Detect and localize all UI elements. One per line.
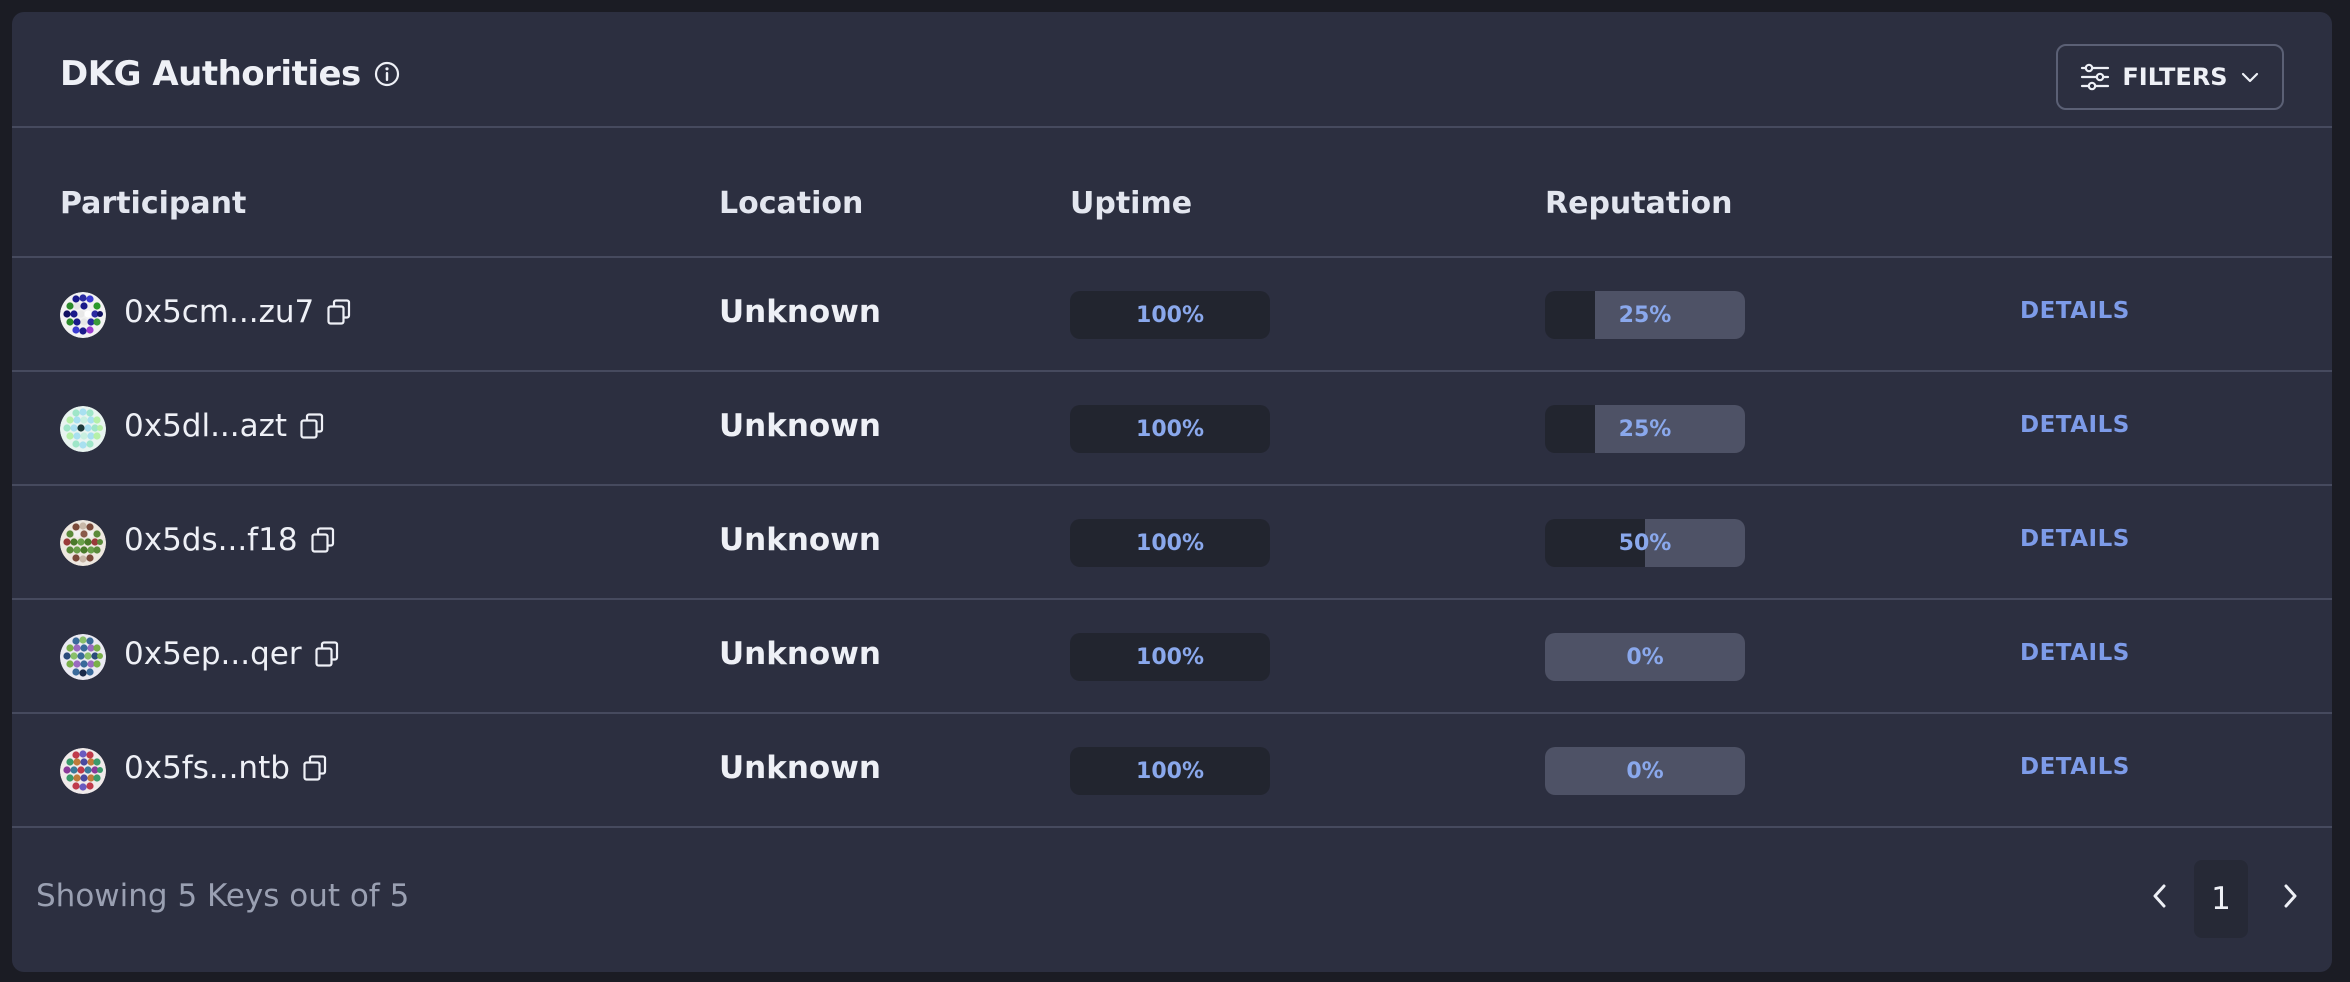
address-text: 0x5ds...f18: [124, 522, 298, 558]
avatar: [60, 748, 106, 794]
copy-icon[interactable]: [299, 412, 325, 440]
reputation-label: 0%: [1626, 758, 1664, 784]
avatar: [60, 520, 106, 566]
reputation-label: 50%: [1618, 530, 1672, 556]
table-row: 0x5cm...zu7 Unknown 100% 25% DETAILS: [12, 258, 2332, 372]
avatar: [60, 292, 106, 338]
copy-icon[interactable]: [302, 754, 328, 782]
uptime-bar: 100%: [1070, 291, 1270, 339]
table-header: Participant Location Uptime Reputation: [12, 128, 2332, 258]
title-group: DKG Authorities: [60, 54, 401, 94]
next-page-button[interactable]: [2262, 860, 2318, 936]
column-reputation[interactable]: Reputation: [1545, 186, 1732, 221]
location-value: Unknown: [719, 408, 881, 444]
reputation-bar: 0%: [1545, 747, 1745, 795]
reputation-bar: 25%: [1545, 405, 1745, 453]
uptime-label: 100%: [1136, 302, 1204, 328]
address-text: 0x5cm...zu7: [124, 294, 315, 330]
chevron-down-icon: [2240, 70, 2260, 84]
details-link[interactable]: DETAILS: [2020, 298, 2130, 324]
uptime-label: 100%: [1136, 530, 1204, 556]
participant-address: 0x5ep...qer: [124, 636, 340, 672]
uptime-label: 100%: [1136, 644, 1204, 670]
location-value: Unknown: [719, 294, 881, 330]
uptime-label: 100%: [1136, 416, 1204, 442]
uptime-bar: 100%: [1070, 747, 1270, 795]
location-value: Unknown: [719, 636, 881, 672]
copy-icon[interactable]: [326, 298, 352, 326]
filters-button[interactable]: FILTERS: [2056, 44, 2284, 110]
details-link[interactable]: DETAILS: [2020, 754, 2130, 780]
participant-address: 0x5dl...azt: [124, 408, 325, 444]
participant-address: 0x5fs...ntb: [124, 750, 328, 786]
table-row: 0x5ep...qer Unknown 100% 0% DETAILS: [12, 600, 2332, 714]
address-text: 0x5ep...qer: [124, 636, 302, 672]
avatar: [60, 634, 106, 680]
copy-icon[interactable]: [310, 526, 336, 554]
info-icon[interactable]: [373, 60, 401, 88]
location-value: Unknown: [719, 522, 881, 558]
reputation-bar: 50%: [1545, 519, 1745, 567]
uptime-bar: 100%: [1070, 633, 1270, 681]
sliders-icon: [2080, 63, 2110, 91]
reputation-bar: 25%: [1545, 291, 1745, 339]
reputation-label: 25%: [1618, 302, 1672, 328]
table-row: 0x5fs...ntb Unknown 100% 0% DETAILS: [12, 714, 2332, 828]
page-number-button[interactable]: 1: [2194, 860, 2248, 938]
panel-header: DKG Authorities FILTERS: [12, 12, 2332, 128]
chevron-left-icon: [2150, 881, 2170, 915]
dkg-authorities-panel: DKG Authorities FILTERS Participant Loca…: [12, 12, 2332, 972]
details-link[interactable]: DETAILS: [2020, 526, 2130, 552]
column-participant[interactable]: Participant: [60, 186, 246, 221]
copy-icon[interactable]: [314, 640, 340, 668]
details-link[interactable]: DETAILS: [2020, 412, 2130, 438]
column-location[interactable]: Location: [719, 186, 863, 221]
reputation-label: 0%: [1626, 644, 1664, 670]
results-summary: Showing 5 Keys out of 5: [36, 878, 410, 914]
table-row: 0x5dl...azt Unknown 100% 25% DETAILS: [12, 372, 2332, 486]
avatar: [60, 406, 106, 452]
address-text: 0x5fs...ntb: [124, 750, 290, 786]
details-link[interactable]: DETAILS: [2020, 640, 2130, 666]
column-uptime[interactable]: Uptime: [1070, 186, 1192, 221]
uptime-bar: 100%: [1070, 519, 1270, 567]
address-text: 0x5dl...azt: [124, 408, 288, 444]
prev-page-button[interactable]: [2132, 860, 2188, 936]
filters-label: FILTERS: [2122, 63, 2228, 91]
reputation-bar: 0%: [1545, 633, 1745, 681]
uptime-bar: 100%: [1070, 405, 1270, 453]
participant-address: 0x5ds...f18: [124, 522, 336, 558]
reputation-label: 25%: [1618, 416, 1672, 442]
chevron-right-icon: [2280, 881, 2300, 915]
page-title: DKG Authorities: [60, 54, 361, 94]
participant-address: 0x5cm...zu7: [124, 294, 352, 330]
uptime-label: 100%: [1136, 758, 1204, 784]
table-row: 0x5ds...f18 Unknown 100% 50% DETAILS: [12, 486, 2332, 600]
location-value: Unknown: [719, 750, 881, 786]
